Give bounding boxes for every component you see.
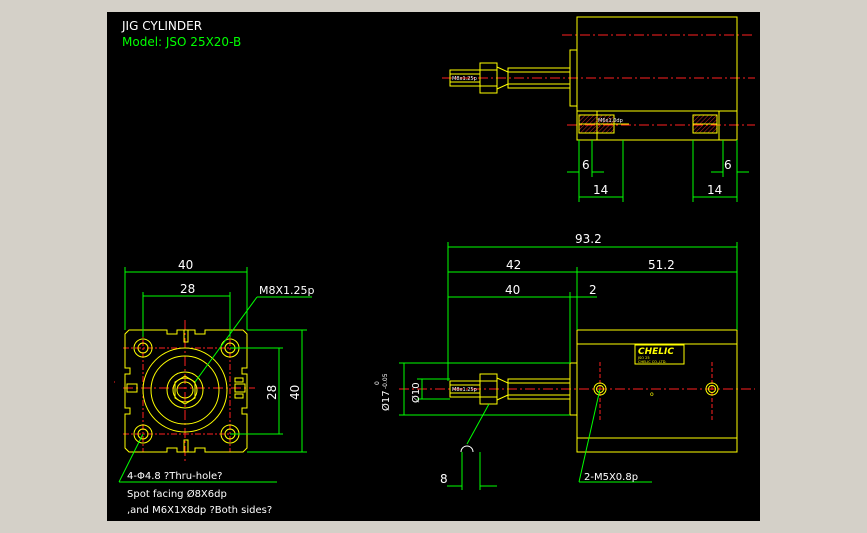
wrench-flat-symbol — [460, 445, 474, 453]
side-dim-2: 2 — [589, 283, 597, 297]
top-dim-14-left: 14 — [593, 183, 608, 197]
front-dim-40-top: 40 — [178, 258, 193, 272]
front-note-line-3: ,and M6X1X8dp ?Both sides? — [127, 505, 272, 516]
front-dim-28-side: 28 — [265, 385, 279, 400]
top-port-label: M6x1.0dp — [598, 118, 623, 124]
side-rod-thread-label: M8x1.25p — [452, 387, 477, 393]
flange-diameter-label: Ø17 — [380, 390, 392, 411]
front-note-line-1: 4-Φ4.8 ?Thru-hole? — [127, 471, 222, 482]
cad-viewport[interactable]: JIG CYLINDER Model: JSO 25X20-B M8x1.25p — [107, 12, 760, 521]
top-dim-6-left: 6 — [582, 158, 590, 172]
side-view-dimensions — [399, 242, 738, 490]
port-callout: 2-M5X0.8p — [584, 472, 638, 483]
side-dim-40: 40 — [505, 283, 520, 297]
side-center-mark: o — [650, 391, 654, 398]
front-dim-28-top: 28 — [180, 282, 195, 296]
side-dim-42: 42 — [506, 258, 521, 272]
front-view — [114, 320, 255, 462]
rod-diameter-label: Ø10 — [410, 382, 422, 403]
flange-tol-upper: 0 — [374, 381, 381, 385]
model-label: Model: JSO 25X20-B — [122, 35, 241, 49]
front-note-line-2: Spot facing Ø8X6dp — [127, 488, 227, 500]
top-rod-thread-label: M8x1.25p — [452, 76, 477, 82]
side-dim-93-2: 93.2 — [575, 232, 602, 246]
front-dim-40-side: 40 — [288, 385, 302, 400]
side-dim-51-2: 51.2 — [648, 258, 675, 272]
nameplate-text-2: CHELIC CO.,LTD. — [638, 360, 667, 364]
front-thread-callout: M8X1.25p — [259, 284, 315, 297]
drawing-title: JIG CYLINDER — [121, 19, 202, 33]
top-dim-6-right: 6 — [724, 158, 732, 172]
flange-tol-lower: -0.05 — [382, 373, 389, 389]
top-dim-14-right: 14 — [707, 183, 722, 197]
side-dim-8: 8 — [440, 472, 448, 486]
